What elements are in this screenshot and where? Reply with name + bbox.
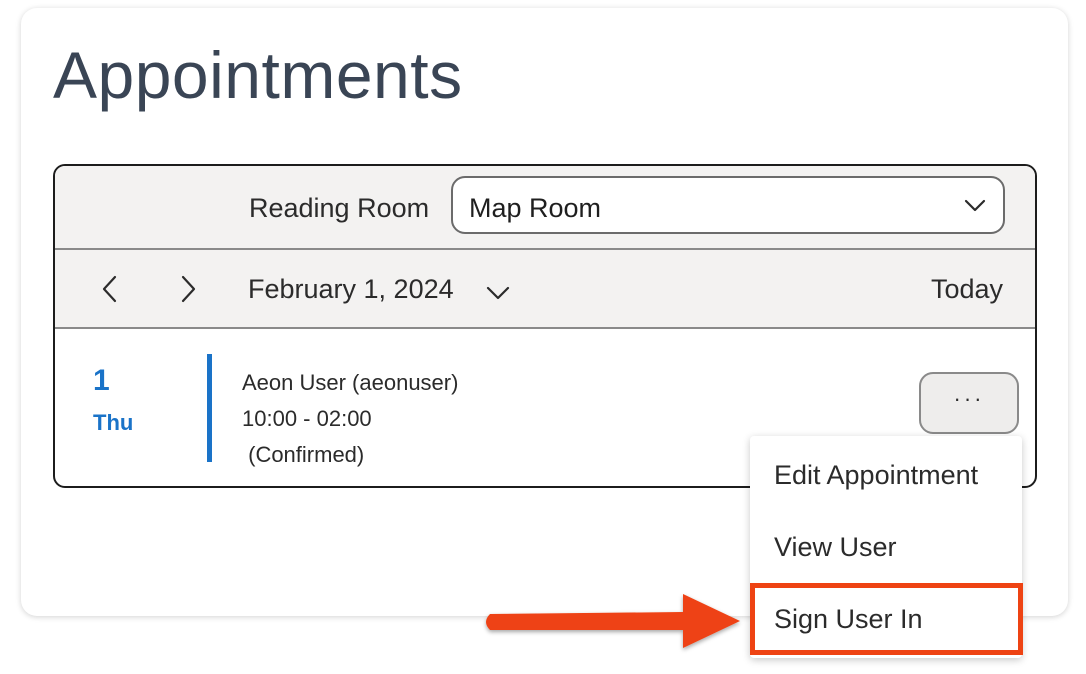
reading-room-bar: Reading Room Map Room [55, 166, 1035, 250]
today-button[interactable]: Today [931, 274, 1003, 305]
arrow-right-icon [486, 594, 740, 648]
page-title: Appointments [53, 38, 463, 112]
day-number: 1 [93, 364, 110, 397]
more-actions-button[interactable]: ··· [919, 372, 1019, 434]
day-name: Thu [93, 410, 134, 435]
menu-item-edit-appointment[interactable]: Edit Appointment [774, 460, 978, 491]
date-navigation-bar: February 1, 2024 Today [55, 250, 1035, 329]
chevron-down-icon [964, 199, 986, 212]
highlight-box [750, 583, 1023, 655]
chevron-left-icon[interactable] [99, 274, 121, 304]
appointment-accent-bar [207, 354, 212, 462]
date-picker-chevron-down-icon[interactable] [485, 284, 511, 302]
current-date-label[interactable]: February 1, 2024 [248, 274, 454, 305]
reading-room-select[interactable]: Map Room [451, 176, 1005, 234]
appointment-user: Aeon User (aeonuser) [242, 370, 459, 395]
reading-room-selected-value: Map Room [469, 193, 602, 223]
appointment-time: 10:00 - 02:00 [242, 406, 372, 431]
reading-room-label: Reading Room [249, 193, 430, 223]
appointment-status: (Confirmed) [242, 442, 365, 467]
menu-item-view-user[interactable]: View User [774, 532, 897, 563]
chevron-right-icon[interactable] [177, 274, 199, 304]
